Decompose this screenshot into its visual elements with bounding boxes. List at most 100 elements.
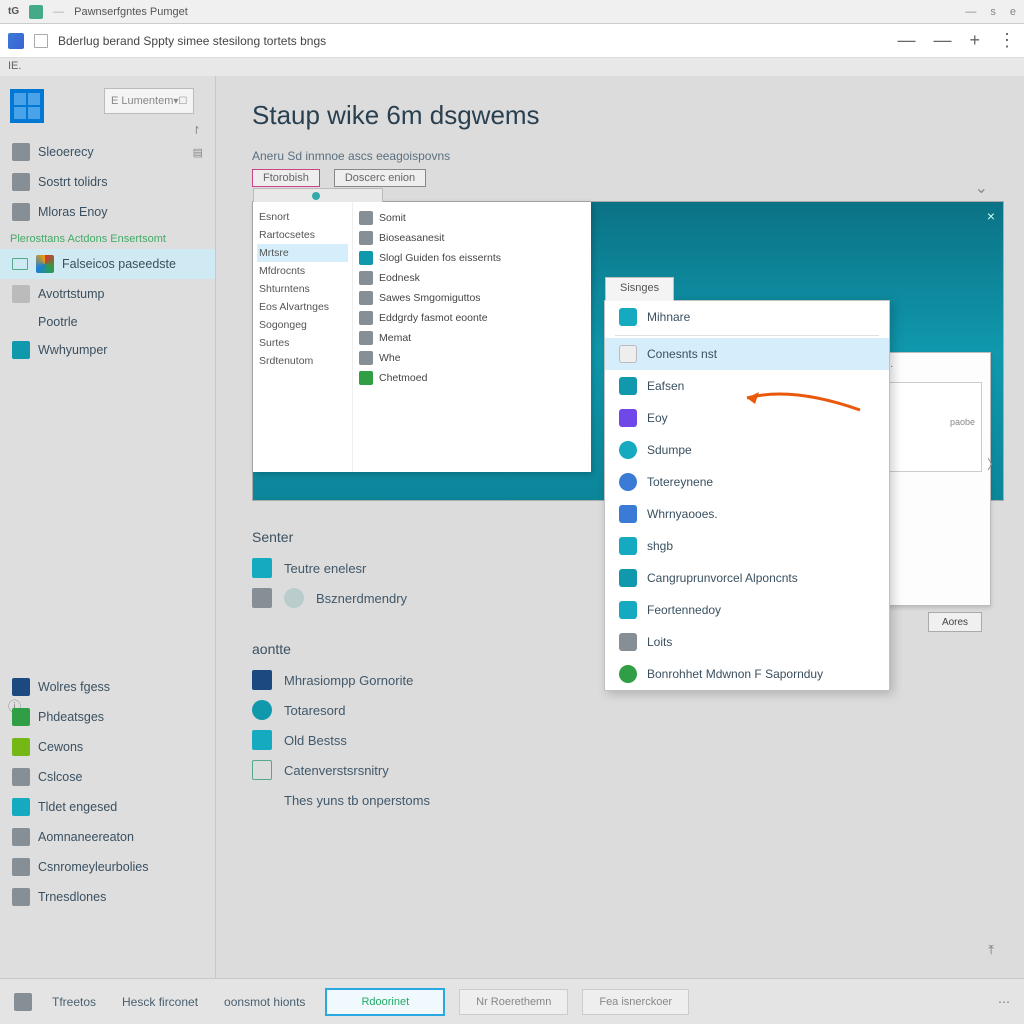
sidebar-item-wolres[interactable]: Wolres fgess ▪ xyxy=(0,672,216,702)
sm-app[interactable]: Eddgrdy fasmot eoonte xyxy=(355,308,589,328)
sm-app[interactable]: Slogl Guiden fos eissernts xyxy=(355,248,589,268)
setting-row-thes-yuns[interactable]: Thes yuns tb onperstoms xyxy=(252,785,988,815)
sidebar-item-avotrtstump[interactable]: Avotrtstump xyxy=(0,279,215,309)
app-icon xyxy=(29,5,43,19)
sidebar-item-phdeatsges[interactable]: Phdeatsges xyxy=(0,702,216,732)
sm-app[interactable]: Sawes Smgomiguttos xyxy=(355,288,589,308)
dialog-next-icon[interactable]: 〉 xyxy=(987,454,1000,473)
setting-label: Mhrasiompp Gornorite xyxy=(284,673,413,688)
grid-icon xyxy=(252,588,272,608)
setting-row-totaresord[interactable]: Totaresord xyxy=(252,695,988,725)
leaf2-icon xyxy=(619,665,637,683)
bottombar-ghost1-button[interactable]: Nr Roerethemn xyxy=(459,989,568,1015)
menu-item-feortenn[interactable]: Feortennedoy xyxy=(605,594,889,626)
document-tabbar: Bderlug berand Sppty simee stesilong tor… xyxy=(0,24,1024,58)
sidebar-item-label: Aomnaneereaton xyxy=(38,830,134,844)
sm-item[interactable]: Mfdrocnts xyxy=(257,262,348,280)
tab-dash-button[interactable]: — xyxy=(933,30,951,51)
tab-new-button[interactable]: + xyxy=(969,30,980,51)
item-action-icon[interactable]: ▤ xyxy=(193,146,203,159)
menu-item-cangrupr[interactable]: Cangruprunvorcel Alponcnts xyxy=(605,562,889,594)
setting-row-catenver[interactable]: Catenverstsrsnitry xyxy=(252,755,988,785)
sidebar-item-cewons[interactable]: Cewons xyxy=(0,732,216,762)
menu-item-shgb[interactable]: shgb xyxy=(605,530,889,562)
bottombar-item-hesck[interactable]: Hesck firconet xyxy=(116,991,204,1013)
bottombar-right-icon[interactable]: ⋯ xyxy=(998,995,1010,1009)
start-menu-tab[interactable] xyxy=(253,188,383,202)
sidebar-item-sleoerecy[interactable]: Sleoerecy ▤ xyxy=(0,137,215,167)
sidebar-search-input[interactable]: E Lumentem ▾☐ xyxy=(104,88,194,114)
avatar-icon xyxy=(284,588,304,608)
chip-doscerc[interactable]: Doscerc enion xyxy=(334,169,426,187)
bottombar-ghost2-button[interactable]: Fea isnerckoer xyxy=(582,989,689,1015)
sm-app[interactable]: Somit xyxy=(355,208,589,228)
dialog-ok-button[interactable]: Aores xyxy=(928,612,982,632)
sm-app[interactable]: Memat xyxy=(355,328,589,348)
sidebar-item-trnesdl[interactable]: Trnesdlones ▤ xyxy=(0,882,216,912)
menu-item-bonrohhet[interactable]: Bonrohhet Mdwnon F Sapornduy xyxy=(605,658,889,690)
setting-label: Old Bestss xyxy=(284,733,347,748)
sidebar-item-label: Cewons xyxy=(38,740,83,754)
sidebar-item-label: Cslcose xyxy=(38,770,82,784)
menu-item-label: Whrnyaooes. xyxy=(647,507,718,521)
sm-app-label: Whe xyxy=(379,352,401,364)
sm-app[interactable]: Whe xyxy=(355,348,589,368)
sidebar-item-cslcose[interactable]: Cslcose xyxy=(0,762,216,792)
preview-close-icon[interactable]: × xyxy=(987,208,995,224)
tab-minimize-button[interactable]: — xyxy=(897,30,915,51)
sidebar-item-wwhyumper[interactable]: Wwhyumper xyxy=(0,335,215,365)
menu-item-sdumpe[interactable]: Sdumpe xyxy=(605,434,889,466)
sm-item[interactable]: Srdtenutom xyxy=(257,352,348,370)
menu-item-conesnts[interactable]: Conesnts nst xyxy=(605,338,889,370)
window-e-button[interactable]: e xyxy=(1010,6,1016,18)
menu-item-label: Cangruprunvorcel Alponcnts xyxy=(647,571,798,585)
tab-title: Bderlug berand Sppty simee stesilong tor… xyxy=(58,34,326,48)
sm-app[interactable]: Eodnesk xyxy=(355,268,589,288)
upload-icon[interactable]: ⤒ xyxy=(988,942,994,958)
sidebar-item-aomna[interactable]: Aomnaneereaton xyxy=(0,822,216,852)
menu-item-totereynene[interactable]: Totereynene xyxy=(605,466,889,498)
context-menu-tab[interactable]: Sisnges xyxy=(605,277,674,301)
sm-app-label: Sawes Smgomiguttos xyxy=(379,292,481,304)
context-menu: Sisnges Mihnare Conesnts nst Eafsen Eoy … xyxy=(604,300,890,691)
sidebar-item-pootrle[interactable]: Pootrle xyxy=(0,309,215,335)
sm-item[interactable]: Rartocsetes xyxy=(257,226,348,244)
sidebar-item-falseicos[interactable]: Falseicos paseedste xyxy=(0,249,215,279)
bottombar-item-tfreetos[interactable]: Tfreetos xyxy=(46,991,102,1013)
window-minimize-button[interactable]: — xyxy=(965,6,976,18)
bottombar-selected-button[interactable]: Rdoorinet xyxy=(325,988,445,1016)
grid-icon xyxy=(12,768,30,786)
sidebar-item-sostrt[interactable]: Sostrt tolidrs xyxy=(0,167,215,197)
bottombar-item-oonsmot[interactable]: oonsmot hionts xyxy=(218,991,311,1013)
start-logo-icon[interactable] xyxy=(10,89,44,123)
menu-item-whrnyaooes[interactable]: Whrnyaooes. xyxy=(605,498,889,530)
title-chevron-icon[interactable] xyxy=(975,178,988,198)
setting-row-old-bestss[interactable]: Old Bestss xyxy=(252,725,988,755)
sidebar-item-mloras[interactable]: Mloras Enoy xyxy=(0,197,215,227)
menu-item-eoy[interactable]: Eoy xyxy=(605,402,889,434)
leaf-icon xyxy=(12,738,30,756)
sidebar-item-label: Phdeatsges xyxy=(38,710,104,724)
sm-app[interactable]: Bioseasanesit xyxy=(355,228,589,248)
menu-item-label: shgb xyxy=(647,539,673,553)
sm-item[interactable]: Sogongeg xyxy=(257,316,348,334)
globe-icon xyxy=(619,441,637,459)
sm-item[interactable]: Esnort xyxy=(257,208,348,226)
sm-item[interactable]: Shturntens xyxy=(257,280,348,298)
sm-app[interactable]: Chetmoed xyxy=(355,368,589,388)
menu-item-eafsen[interactable]: Eafsen xyxy=(605,370,889,402)
menu-item-mihnare[interactable]: Mihnare xyxy=(605,301,889,333)
sidebar-collapse-icon[interactable]: ↾ xyxy=(0,124,215,137)
tab-more-button[interactable]: ⋮ xyxy=(998,30,1016,51)
window-s-button[interactable]: s xyxy=(990,6,996,18)
sidebar-item-csnrom[interactable]: Csnromeyleurbolies xyxy=(0,852,216,882)
menu-item-loits[interactable]: Loits xyxy=(605,626,889,658)
picture-icon xyxy=(12,341,30,359)
tool-icon[interactable] xyxy=(14,993,32,1011)
sm-item[interactable]: Surtes xyxy=(257,334,348,352)
sm-item[interactable]: Eos Alvartnges xyxy=(257,298,348,316)
sidebar-item-tldet[interactable]: Tldet engesed xyxy=(0,792,216,822)
sm-item[interactable]: Mrtsre xyxy=(257,244,348,262)
search-chevron-icon: ▾☐ xyxy=(173,96,187,107)
chip-ftorobish[interactable]: Ftorobish xyxy=(252,169,320,187)
